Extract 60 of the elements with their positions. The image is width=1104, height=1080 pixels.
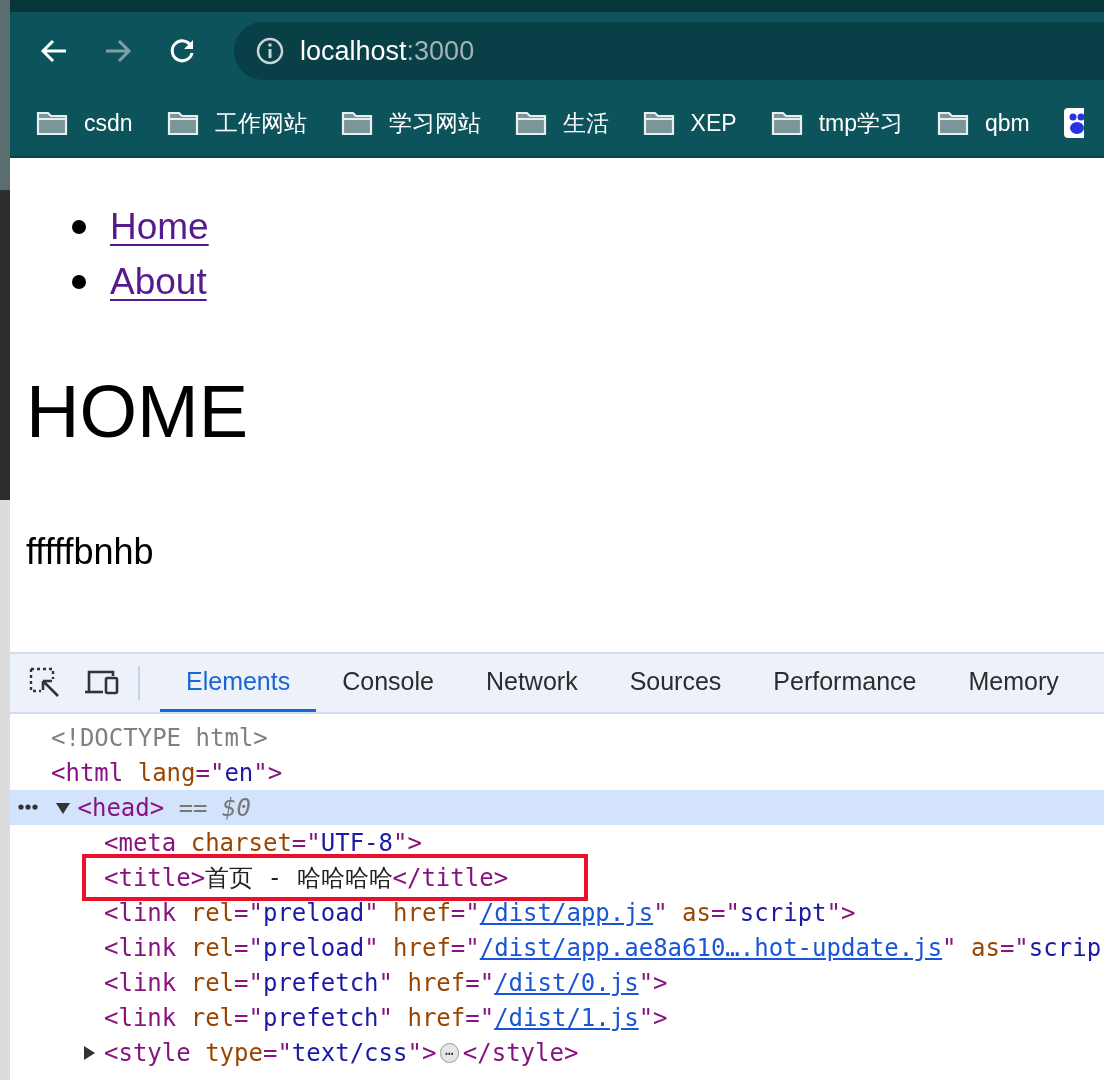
bookmark-item[interactable]: csdn (36, 109, 133, 137)
more-actions-icon[interactable] (18, 804, 38, 810)
bookmark-item[interactable]: 生活 (514, 107, 609, 139)
code-line: </style> (462, 1038, 579, 1067)
devtools-tab[interactable]: Network (459, 654, 604, 712)
devtools-tab[interactable]: Console (316, 654, 460, 712)
code-link[interactable]: /dist/1.js (494, 1003, 639, 1032)
code-line: <head> == $0 (77, 793, 251, 822)
folder-icon (514, 110, 547, 136)
folder-icon (340, 110, 373, 136)
nav-link[interactable]: About (110, 261, 207, 303)
bullet-icon (72, 275, 86, 289)
code-line: "> (638, 1003, 668, 1032)
reload-icon (168, 37, 196, 65)
folder-icon (936, 110, 969, 136)
dom-node-row[interactable]: <head> == $0 (10, 790, 1104, 825)
code-line: <link rel="prefetch" href=" (104, 1003, 495, 1032)
code-line: <!DOCTYPE html> (51, 723, 268, 752)
bookmark-item[interactable] (1063, 108, 1084, 138)
folder-icon (166, 110, 199, 136)
devtools-tab[interactable]: Sources (603, 654, 748, 712)
address-bar[interactable]: localhost:3000 (234, 22, 1104, 80)
dom-node-row[interactable]: <style type="text/css"> ⋯ </style> (10, 1035, 1104, 1070)
info-icon (256, 37, 284, 65)
code-link[interactable]: /dist/app.js (479, 898, 654, 927)
bookmark-item[interactable]: XEP (642, 109, 737, 137)
code-line: <link rel="preload" href=" (104, 933, 480, 962)
folder-icon (36, 110, 68, 136)
code-link[interactable]: /dist/app.ae8a610….hot-update.js (479, 933, 943, 962)
paw-icon (1063, 108, 1084, 138)
bookmark-item[interactable]: 学习网站 (340, 107, 481, 139)
bookmark-item[interactable]: 工作网站 (166, 107, 307, 139)
dots-drawing (18, 804, 38, 810)
ellipsis-badge[interactable]: ⋯ (440, 1042, 459, 1063)
code-line: " as="script"> (653, 898, 856, 927)
folder-icon (642, 110, 675, 136)
code-line: <title>首页 - 哈哈哈哈</title> (104, 862, 509, 894)
bullet-icon (72, 220, 86, 234)
devtools-tab[interactable]: Elements (160, 654, 317, 712)
page-heading: HOME (26, 375, 249, 449)
code-line: <link rel="preload" href=" (104, 898, 480, 927)
bookmark-item[interactable]: tmp学习 (770, 107, 903, 139)
devtools-tab[interactable]: Memory (942, 654, 1085, 712)
devtools-tab[interactable]: Performance (747, 654, 943, 712)
folder-icon (770, 110, 803, 136)
url-text[interactable]: localhost:3000 (300, 35, 475, 67)
bookmark-item[interactable]: qbm (936, 109, 1030, 137)
code-line: <meta charset="UTF-8"> (104, 828, 422, 857)
back-icon (40, 39, 68, 63)
nav-link[interactable]: Home (110, 206, 209, 248)
collapsed-triangle-icon[interactable] (82, 1045, 96, 1060)
code-line: <link rel="prefetch" href=" (104, 968, 495, 997)
page-paragraph: fffffbnhb (26, 531, 155, 573)
code-line: <style type="text/css"> (104, 1038, 437, 1067)
forward-icon (104, 39, 132, 63)
expanded-triangle-icon[interactable] (55, 800, 70, 815)
code-line: <html lang="en"> (51, 758, 283, 787)
code-line: " as="scrip (942, 933, 1102, 962)
code-link[interactable]: /dist/0.js (494, 968, 639, 997)
code-line: "> (638, 968, 668, 997)
